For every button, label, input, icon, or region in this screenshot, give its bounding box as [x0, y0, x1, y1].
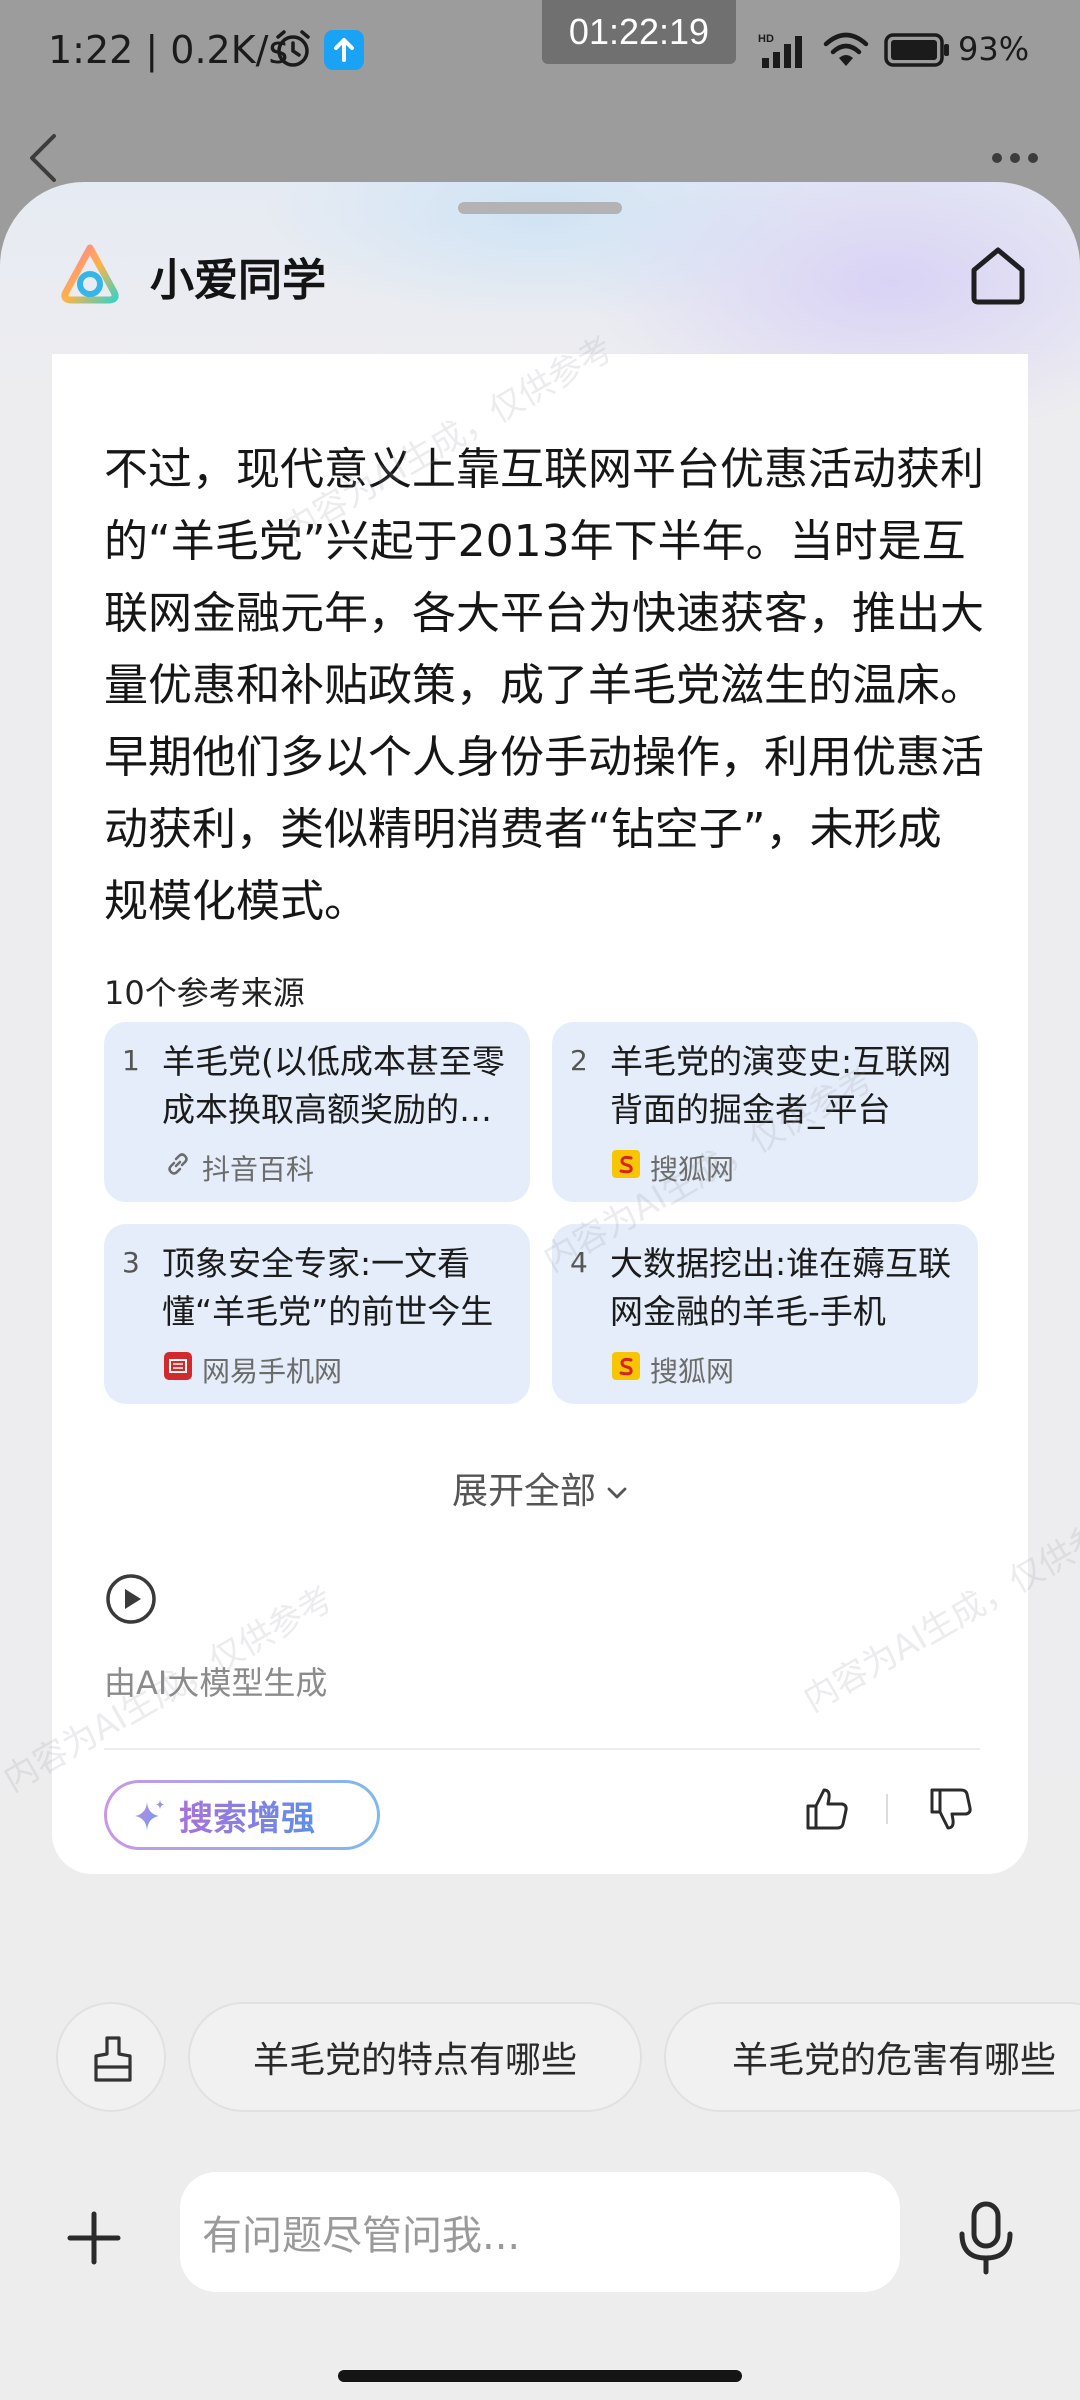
source-number: 1 — [122, 1044, 140, 1077]
source-title: 羊毛党的演变史:互联网背面的掘金者_平台 — [610, 1042, 952, 1129]
plus-icon[interactable] — [62, 2206, 126, 2270]
source-site: 搜狐网 — [650, 1153, 735, 1186]
source-card-2[interactable]: 2 羊毛党的演变史:互联网背面的掘金者_平台 搜狐网 — [552, 1022, 978, 1202]
battery-icon — [884, 33, 949, 67]
screen-record-clock: 01:22:19 — [542, 0, 736, 64]
source-card-4[interactable]: 4 大数据挖出:谁在薅互联网金融的羊毛-手机 搜狐网 — [552, 1224, 978, 1404]
source-number: 2 — [570, 1044, 588, 1077]
answer-text: 不过，现代意义上靠互联网平台优惠活动获利的“羊毛党”兴起于2013年下半年。当时… — [104, 444, 984, 927]
search-enhance-button[interactable]: 搜索增强 — [104, 1780, 380, 1850]
more-options-icon[interactable] — [990, 150, 1040, 166]
microphone-icon[interactable] — [952, 2200, 1020, 2276]
thumbs-up-icon[interactable] — [802, 1784, 852, 1834]
source-site: 搜狐网 — [650, 1355, 735, 1388]
netease-icon — [164, 1352, 192, 1380]
alarm-icon — [276, 30, 310, 67]
answer-card: 不过，现代意义上靠互联网平台优惠活动获利的“羊毛党”兴起于2013年下半年。当时… — [52, 354, 1028, 1874]
sources-heading: 10个参考来源 — [104, 974, 305, 1012]
sohu-icon — [612, 1352, 640, 1380]
drag-handle[interactable] — [458, 202, 622, 214]
chevron-down-icon — [607, 1487, 627, 1499]
feedback-divider — [886, 1794, 888, 1824]
source-site: 抖音百科 — [202, 1153, 315, 1186]
home-indicator[interactable] — [338, 2370, 742, 2382]
source-number: 4 — [570, 1246, 588, 1279]
search-enhance-label: 搜索增强 — [179, 1791, 315, 1840]
sparkle-icon — [135, 1800, 164, 1830]
brush-icon — [94, 2036, 132, 2082]
thumbs-down-icon[interactable] — [926, 1784, 976, 1834]
source-title: 顶象安全专家:一文看懂“羊毛党”的前世今生 — [162, 1244, 494, 1331]
chat-input[interactable]: 有问题尽管问我... — [180, 2172, 900, 2292]
expand-all-label: 展开全部 — [451, 1471, 596, 1512]
assistant-sheet: 小爱同学 不过，现代意义上靠互联网平台优惠活动获利的“羊毛党”兴起于2013年下… — [0, 182, 1080, 2400]
ai-generated-note: 由AI大模型生成 — [104, 1664, 328, 1702]
source-card-1[interactable]: 1 羊毛党(以低成本甚至零成本换取高额奖励的人群) 抖音百科 — [104, 1022, 530, 1202]
link-icon — [168, 1153, 188, 1175]
back-arrow-icon[interactable] — [24, 128, 64, 188]
assistant-title: 小爱同学 — [150, 255, 326, 306]
clear-context-button[interactable] — [56, 2002, 166, 2112]
sohu-icon — [612, 1150, 640, 1178]
battery-percent: 93% — [958, 30, 1030, 68]
source-card-3[interactable]: 3 顶象安全专家:一文看懂“羊毛党”的前世今生 网易手机网 — [104, 1224, 530, 1404]
wifi-icon — [823, 32, 869, 66]
home-icon[interactable] — [964, 240, 1032, 308]
svg-text:HD: HD — [758, 33, 774, 45]
expand-all-button[interactable]: 展开全部 — [52, 1462, 1028, 1514]
source-site: 网易手机网 — [202, 1355, 343, 1388]
play-audio-icon[interactable] — [104, 1572, 158, 1626]
signal-icon: HD — [758, 33, 802, 68]
source-title: 羊毛党(以低成本甚至零成本换取高额奖励的人群) — [162, 1042, 505, 1129]
suggestion-chip-1[interactable]: 羊毛党的特点有哪些 — [188, 2002, 642, 2112]
app-notification-icon — [324, 30, 364, 70]
source-title: 大数据挖出:谁在薅互联网金融的羊毛-手机 — [610, 1244, 952, 1331]
status-bar: 1:22 | 0.2K/s 01:22:19 HD 93% — [0, 0, 1080, 110]
xiaoai-logo-icon — [61, 244, 119, 304]
source-number: 3 — [122, 1246, 140, 1279]
divider — [104, 1748, 980, 1750]
status-time: 1:22 | 0.2K/s — [48, 28, 289, 72]
suggestion-chip-2[interactable]: 羊毛党的危害有哪些 — [664, 2002, 1080, 2112]
